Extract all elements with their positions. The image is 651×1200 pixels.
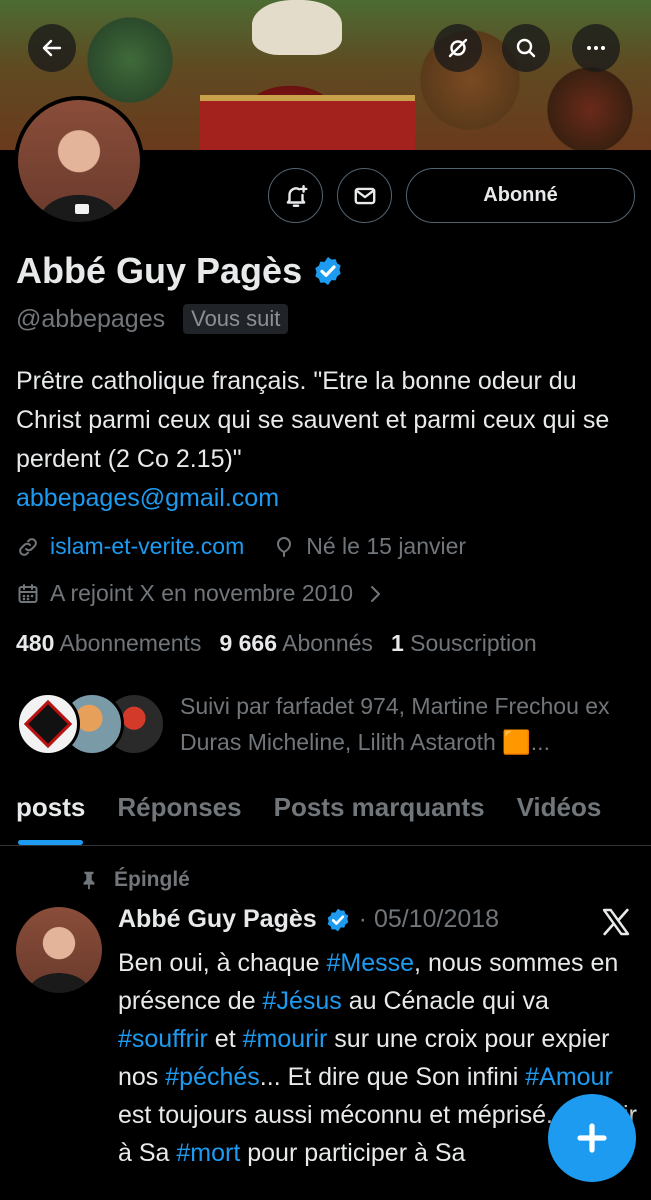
follower-avatar-1 xyxy=(16,692,80,756)
balloon-icon xyxy=(277,536,292,557)
post-text-segment: au Cénacle qui va xyxy=(341,987,549,1015)
grok-icon xyxy=(448,38,468,58)
message-button[interactable] xyxy=(337,168,392,223)
handle-row: @abbepages Vous suit xyxy=(16,304,289,334)
more-button[interactable] xyxy=(572,24,620,72)
profile-tabs: posts Réponses Posts marquants Vidéos xyxy=(0,780,651,846)
bio: Prêtre catholique français. "Etre la bon… xyxy=(16,362,636,518)
birthday: Né le 15 janvier xyxy=(306,533,467,559)
pin-icon xyxy=(83,871,95,890)
post-date[interactable]: · 05/10/2018 xyxy=(359,905,499,934)
hashtag-mort[interactable]: #mort xyxy=(176,1139,240,1167)
profile-avatar[interactable] xyxy=(14,96,144,226)
following-button[interactable]: Abonné xyxy=(406,168,635,223)
tab-videos[interactable]: Vidéos xyxy=(501,780,618,845)
following-count: 480 xyxy=(16,630,55,656)
handle: @abbepages xyxy=(16,304,166,333)
post-text-segment: ... Et dire que Son infini xyxy=(259,1063,526,1091)
hashtag-peches[interactable]: #péchés xyxy=(165,1063,260,1091)
hashtag-messe[interactable]: #Messe xyxy=(327,949,415,977)
post-header: Abbé Guy Pagès · 05/10/2018 xyxy=(118,905,499,934)
display-name-row: Abbé Guy Pagès xyxy=(16,250,344,292)
stats-row: 480 Abonnements 9 666 Abonnés 1 Souscrip… xyxy=(16,630,555,657)
hashtag-jesus[interactable]: #Jésus xyxy=(263,987,342,1015)
more-horizontal-icon xyxy=(587,46,605,50)
search-icon xyxy=(516,38,536,58)
compose-post-button[interactable] xyxy=(548,1094,636,1182)
grok-button[interactable] xyxy=(434,24,482,72)
post-date-value: 05/10/2018 xyxy=(373,905,500,933)
post-author-name[interactable]: Abbé Guy Pagès xyxy=(118,905,317,934)
notifications-button[interactable] xyxy=(268,168,323,223)
tab-posts[interactable]: posts xyxy=(0,780,101,845)
verified-badge-icon[interactable] xyxy=(312,255,344,287)
mail-icon xyxy=(354,187,375,204)
banner-lamb xyxy=(252,0,342,55)
followers-label: Abonnés xyxy=(282,630,373,656)
post-author-avatar[interactable] xyxy=(16,907,102,993)
bio-email-link[interactable]: abbepages@gmail.com xyxy=(16,479,636,518)
followers-stat[interactable]: 9 666 Abonnés xyxy=(219,630,373,657)
hashtag-mourir[interactable]: #mourir xyxy=(243,1025,328,1053)
hashtag-amour[interactable]: #Amour xyxy=(525,1063,613,1091)
bio-text: Prêtre catholique français. "Etre la bon… xyxy=(16,367,610,473)
meta-row-1: islam-et-verite.com Né le 15 janvier xyxy=(16,533,466,560)
arrow-left-icon xyxy=(42,39,62,57)
diamond-emblem xyxy=(23,699,73,749)
chevron-right-icon xyxy=(371,585,381,602)
joined-date: A rejoint X en novembre 2010 xyxy=(50,580,354,606)
following-stat[interactable]: 480 Abonnements xyxy=(16,630,201,657)
hashtag-souffrir[interactable]: #souffrir xyxy=(118,1025,208,1053)
website-link[interactable]: islam-et-verite.com xyxy=(50,533,244,560)
back-button[interactable] xyxy=(28,24,76,72)
tab-replies[interactable]: Réponses xyxy=(101,780,257,845)
post-text-segment: pour participer à Sa xyxy=(240,1139,466,1167)
verified-badge-icon xyxy=(327,908,348,931)
avatar-collar xyxy=(75,204,89,214)
pinned-label: Épinglé xyxy=(114,868,190,891)
following-label: Abonnements xyxy=(59,630,202,656)
calendar-icon xyxy=(18,583,38,603)
display-name: Abbé Guy Pagès xyxy=(16,250,303,291)
x-logo-icon xyxy=(602,908,630,936)
followers-count: 9 666 xyxy=(219,630,277,656)
post-text-segment: et xyxy=(207,1025,243,1053)
link-icon xyxy=(19,537,37,556)
profile-page: Abonné Abbé Guy Pagès @abbepages Vous su… xyxy=(0,0,651,1200)
bell-plus-icon xyxy=(286,184,307,207)
plus-icon xyxy=(577,1123,607,1153)
joined-row[interactable]: A rejoint X en novembre 2010 xyxy=(16,580,387,607)
pinned-indicator: Épinglé xyxy=(78,868,190,892)
follows-you-badge: Vous suit xyxy=(183,304,289,334)
post-text-segment: Ben oui, à chaque xyxy=(118,949,327,977)
followed-by-text[interactable]: Suivi par farfadet 974, Martine Frechou … xyxy=(180,688,640,760)
subscriptions-label: Souscription xyxy=(410,630,537,656)
subscriptions-stat[interactable]: 1 Souscription xyxy=(391,630,537,657)
search-button[interactable] xyxy=(502,24,550,72)
followed-by-avatars[interactable] xyxy=(16,690,166,760)
tab-highlights[interactable]: Posts marquants xyxy=(258,780,501,845)
subscriptions-count: 1 xyxy=(390,630,404,656)
banner-altar xyxy=(200,95,415,150)
